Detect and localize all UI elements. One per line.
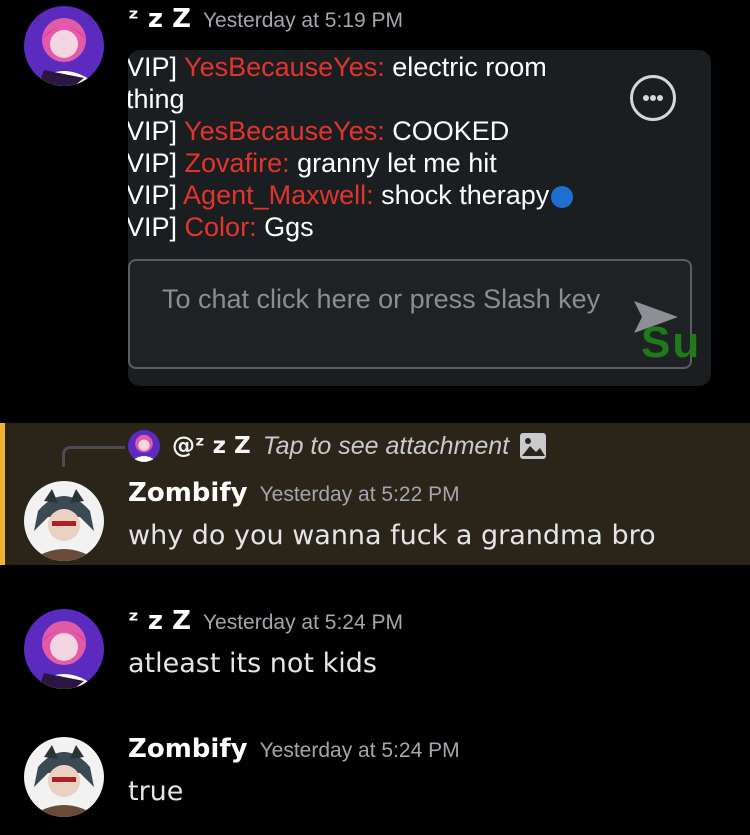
username[interactable]: ᶻ z Z (128, 606, 191, 636)
image-icon (520, 433, 547, 459)
message-header: ᶻ z Z Yesterday at 5:24 PM (128, 606, 403, 636)
reply-mention[interactable]: @ᶻ z Z (172, 433, 251, 459)
avatar-zzz[interactable] (24, 609, 104, 689)
reply-preview[interactable]: @ᶻ z Z Tap to see attachment (128, 428, 547, 464)
username[interactable]: Zombify (128, 478, 248, 508)
more-options-icon (630, 75, 676, 121)
avatar-zombify[interactable] (24, 481, 104, 561)
avatar-zombify[interactable] (24, 737, 104, 817)
image-attachment[interactable]: VIP] YesBecauseYes: electric room thing … (128, 50, 711, 386)
message-header: ᶻ z Z Yesterday at 5:19 PM (128, 4, 403, 34)
game-chat-line: VIP] YesBecauseYes: COOKED (128, 116, 510, 146)
chat-input-placeholder: To chat click here or press Slash key (162, 284, 601, 314)
game-chat-line: VIP] Agent_Maxwell: shock therapy (128, 180, 574, 211)
reply-attachment-text[interactable]: Tap to see attachment (263, 432, 509, 461)
timestamp: Yesterday at 5:24 PM (202, 611, 403, 634)
game-chat-input: To chat click here or press Slash key (128, 259, 692, 369)
message-text: atleast its not kids (128, 648, 377, 679)
game-chat-line: VIP] YesBecauseYes: electric room (128, 52, 547, 82)
avatar-zzz[interactable] (24, 6, 104, 86)
message-header: Zombify Yesterday at 5:22 PM (128, 478, 460, 508)
game-chat-line: VIP] Color: Ggs (128, 212, 314, 242)
username[interactable]: Zombify (128, 734, 248, 764)
reply-connector (62, 446, 125, 467)
timestamp: Yesterday at 5:19 PM (202, 9, 403, 32)
game-chat-line: VIP] Zovafire: granny let me hit (128, 148, 497, 178)
message-text: why do you wanna fuck a grandma bro (128, 520, 656, 551)
game-chat-line: thing (128, 84, 185, 114)
reply-avatar (128, 430, 160, 462)
message-text: true (128, 776, 184, 807)
message-header: Zombify Yesterday at 5:24 PM (128, 734, 460, 764)
emoji-icon (551, 185, 574, 208)
timestamp: Yesterday at 5:22 PM (259, 483, 460, 506)
timestamp: Yesterday at 5:24 PM (259, 739, 460, 762)
chat-view: ᶻ z Z Yesterday at 5:19 PM VIP] YesBecaus… (0, 0, 750, 835)
username[interactable]: ᶻ z Z (128, 4, 191, 34)
partial-green-text: Su (641, 318, 702, 367)
